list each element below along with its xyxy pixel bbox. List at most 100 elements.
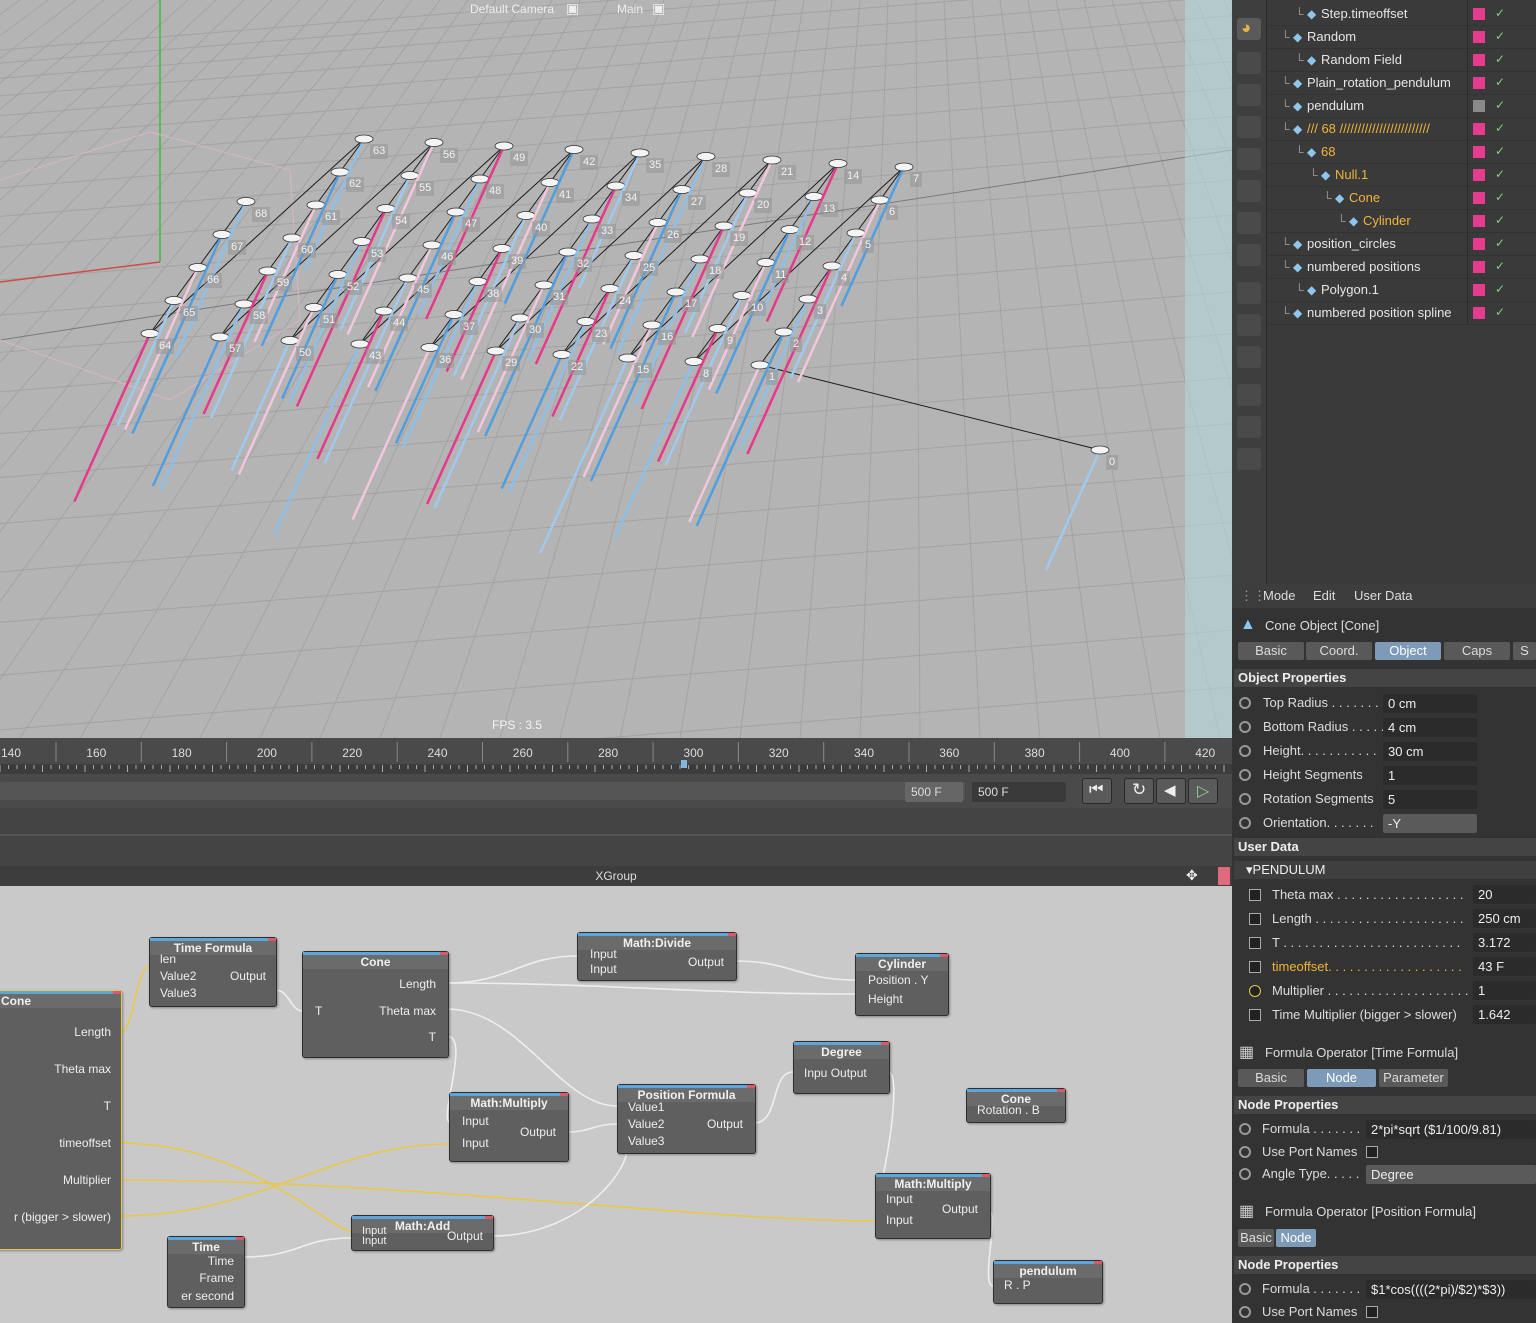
xgroup-close-tab[interactable] — [1218, 867, 1230, 885]
layer-color-swatch[interactable] — [1473, 192, 1485, 204]
layer-color-swatch[interactable] — [1473, 307, 1485, 319]
radio-formula[interactable] — [1239, 1123, 1251, 1135]
user-prop-value-field[interactable]: 20 — [1473, 885, 1536, 904]
use-port-names-checkbox-2[interactable] — [1366, 1306, 1378, 1318]
frame-range-slider[interactable] — [0, 782, 965, 800]
play-button[interactable]: ▷ — [1188, 778, 1218, 804]
port-length[interactable]: Length — [399, 977, 436, 991]
keyframe-toggle[interactable] — [1249, 1009, 1261, 1021]
port-time-multiplier[interactable]: r (bigger > slower) — [14, 1210, 111, 1224]
prop-value-field[interactable]: -Y — [1383, 814, 1477, 833]
menu-mode[interactable]: Mode — [1263, 588, 1296, 603]
cone-node-2[interactable]: Cone T Length Theta max T — [302, 951, 449, 1058]
section-object-properties[interactable]: Object Properties — [1234, 669, 1536, 687]
user-prop-value-field[interactable]: 1 — [1473, 981, 1536, 1000]
pendulum-node[interactable]: pendulum R . P — [993, 1260, 1103, 1304]
enabled-check-icon[interactable]: ✓ — [1495, 52, 1505, 66]
enabled-check-icon[interactable]: ✓ — [1495, 213, 1505, 227]
use-port-names-checkbox[interactable] — [1366, 1146, 1378, 1158]
enabled-check-icon[interactable]: ✓ — [1495, 282, 1505, 296]
port-input-1[interactable]: Input — [462, 1114, 489, 1128]
prop-radio[interactable] — [1239, 745, 1251, 757]
port-output[interactable]: Output — [520, 1125, 556, 1139]
tab-basic[interactable]: Basic — [1238, 1069, 1304, 1087]
section-node-properties[interactable]: Node Properties — [1234, 1096, 1536, 1114]
layer-color-swatch[interactable] — [1473, 261, 1485, 273]
tab-caps[interactable]: Caps — [1444, 642, 1510, 660]
radio-use-port-names-2[interactable] — [1239, 1306, 1251, 1318]
port-t[interactable]: T — [429, 1030, 436, 1044]
time-node[interactable]: Time Time Frame er second — [167, 1236, 245, 1308]
tab-slice[interactable]: S — [1513, 642, 1536, 660]
port-output[interactable]: Output — [942, 1202, 978, 1216]
port-output[interactable]: Output — [447, 1229, 483, 1243]
keyframe-toggle[interactable] — [1249, 889, 1261, 901]
enabled-check-icon[interactable]: ✓ — [1495, 98, 1505, 112]
enabled-check-icon[interactable]: ✓ — [1495, 259, 1505, 273]
layer-color-swatch[interactable] — [1473, 8, 1485, 20]
select-tool-icon[interactable]: ◕ — [1237, 18, 1261, 40]
3d-viewport[interactable]: Default Camera ▣ Main ▣ FPS : 3.5 012345… — [0, 0, 1232, 738]
tab-basic[interactable]: Basic — [1238, 1229, 1274, 1247]
port-r-p[interactable]: R . P — [1004, 1278, 1031, 1292]
math-divide-node[interactable]: Math:Divide Input Input Output — [577, 932, 737, 981]
port-input-2[interactable]: Input — [886, 1213, 913, 1227]
enabled-check-icon[interactable]: ✓ — [1495, 121, 1505, 135]
prop-radio[interactable] — [1239, 793, 1251, 805]
position-formula-node[interactable]: Position Formula Value1 Value2 Value3 Ou… — [617, 1084, 756, 1154]
time-formula-node[interactable]: Time Formula len Value2 Value3 Output — [149, 937, 277, 1007]
port-theta-max[interactable]: Theta max — [379, 1004, 436, 1018]
radio-use-port-names[interactable] — [1239, 1146, 1251, 1158]
tool-icon-5[interactable] — [1237, 148, 1261, 170]
port-frames-per-second[interactable]: er second — [181, 1289, 234, 1303]
tab-node[interactable]: Node — [1276, 1229, 1316, 1247]
prop-value-field[interactable]: 0 cm — [1383, 694, 1477, 713]
tool-icon-10[interactable] — [1237, 314, 1261, 336]
tool-icon-4[interactable] — [1237, 116, 1261, 138]
enabled-check-icon[interactable]: ✓ — [1495, 6, 1505, 20]
prop-radio[interactable] — [1239, 769, 1251, 781]
enabled-check-icon[interactable]: ✓ — [1495, 305, 1505, 319]
port-t-in[interactable]: T — [315, 1004, 322, 1018]
timeline[interactable]: 140 160 180 200 220 240 260 280 300 320 340 360 380 4… — [0, 738, 1232, 776]
camera-label[interactable]: Default Camera — [470, 2, 554, 16]
layer-color-swatch[interactable] — [1473, 169, 1485, 181]
frame-start-field[interactable]: 500 F — [905, 782, 963, 802]
prop-radio[interactable] — [1239, 817, 1251, 829]
tab-node[interactable]: Node — [1307, 1069, 1376, 1087]
port-input-1[interactable]: Input — [886, 1192, 913, 1206]
layer-color-swatch[interactable] — [1473, 215, 1485, 227]
menu-user-data[interactable]: User Data — [1354, 588, 1413, 603]
tool-icon-12[interactable] — [1237, 384, 1261, 406]
keyframe-toggle[interactable] — [1249, 937, 1261, 949]
group-pendulum[interactable]: ▾PENDULUM — [1234, 861, 1536, 879]
port-value3[interactable]: Value3 — [160, 986, 196, 1000]
layer-color-swatch[interactable] — [1473, 284, 1485, 296]
port-output[interactable]: Output — [230, 969, 266, 983]
xpresso-editor[interactable]: Cone Length Theta max T timeoffset Multi… — [0, 886, 1232, 1323]
render-label[interactable]: Main — [617, 2, 643, 16]
prop-value-field[interactable]: 5 — [1383, 790, 1477, 809]
section-user-data[interactable]: User Data — [1234, 838, 1536, 856]
enabled-check-icon[interactable]: ✓ — [1495, 167, 1505, 181]
port-len[interactable]: len — [160, 952, 176, 966]
port-multiplier[interactable]: Multiplier — [63, 1173, 111, 1187]
port-value2[interactable]: Value2 — [160, 969, 196, 983]
tool-icon-3[interactable] — [1237, 84, 1261, 106]
keyframe-toggle[interactable] — [1249, 985, 1261, 997]
tool-icon-6[interactable] — [1237, 180, 1261, 202]
port-t[interactable]: T — [104, 1099, 111, 1113]
tab-object[interactable]: Object — [1375, 642, 1441, 660]
math-multiply-node-1[interactable]: Math:Multiply Input Input Output — [449, 1092, 569, 1162]
tool-icon-8[interactable] — [1237, 244, 1261, 266]
move-icon[interactable]: ✥ — [1186, 867, 1198, 884]
tool-icon-11[interactable] — [1237, 346, 1261, 368]
port-input-output[interactable]: Inpu Output — [804, 1066, 867, 1080]
tool-icon-13[interactable] — [1237, 416, 1261, 438]
port-input-1[interactable]: Input — [590, 947, 617, 961]
layer-color-swatch[interactable] — [1473, 100, 1485, 112]
prop-value-field[interactable]: 4 cm — [1383, 718, 1477, 737]
enabled-check-icon[interactable]: ✓ — [1495, 29, 1505, 43]
user-prop-value-field[interactable]: 1.642 — [1473, 1005, 1536, 1024]
enabled-check-icon[interactable]: ✓ — [1495, 75, 1505, 89]
